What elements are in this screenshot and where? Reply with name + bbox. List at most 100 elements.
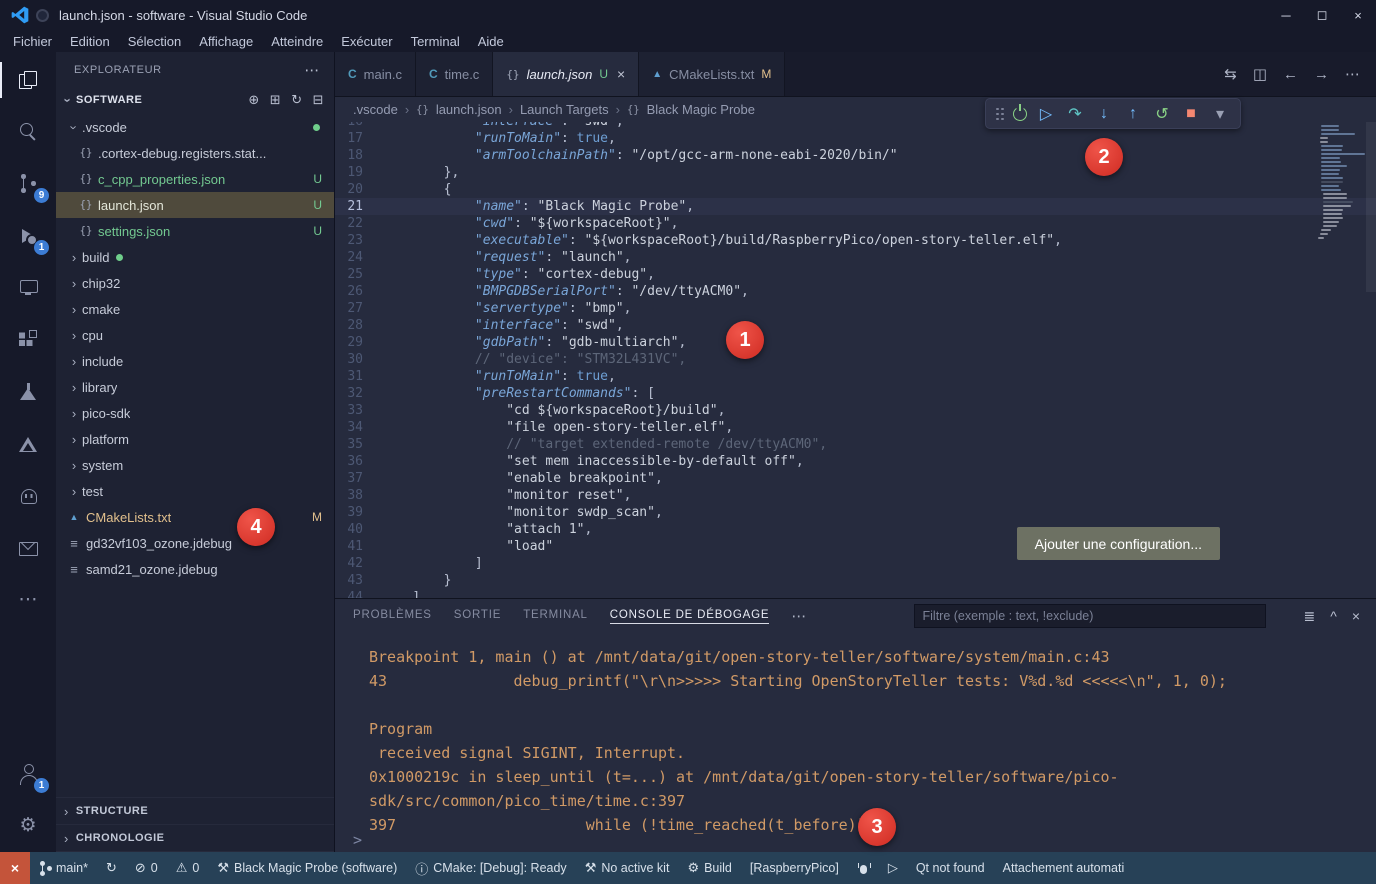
tree-item-chip32[interactable]: ›chip32: [56, 270, 334, 296]
line-number[interactable]: 36: [335, 453, 381, 470]
line-number[interactable]: 25: [335, 266, 381, 283]
more-actions-icon[interactable]: ⋯: [1345, 65, 1360, 83]
code-line-35[interactable]: 35 // "target extended-remote /dev/ttyAC…: [335, 436, 1376, 453]
tree-item-gd32vf103-ozone-jdebug[interactable]: ≡gd32vf103_ozone.jdebug: [56, 530, 334, 556]
code-line-21[interactable]: 21 "name": "Black Magic Probe",: [335, 198, 1376, 215]
close-panel-icon[interactable]: ×: [1352, 608, 1360, 625]
tab-launch-json[interactable]: {}launch.jsonU×: [493, 52, 639, 96]
step-over-icon[interactable]: ↷: [1065, 102, 1085, 126]
code-line-43[interactable]: 43 }: [335, 572, 1376, 589]
line-number[interactable]: 37: [335, 470, 381, 487]
power-icon[interactable]: [1013, 107, 1027, 121]
restart-icon[interactable]: ↺: [1152, 102, 1172, 126]
line-number[interactable]: 27: [335, 300, 381, 317]
line-number[interactable]: 23: [335, 232, 381, 249]
code-line-18[interactable]: 18 "armToolchainPath": "/opt/gcc-arm-non…: [335, 147, 1376, 164]
code-line-23[interactable]: 23 "executable": "${workspaceRoot}/build…: [335, 232, 1376, 249]
status-sync[interactable]: ↻: [97, 852, 126, 884]
line-number[interactable]: 29: [335, 334, 381, 351]
panel-tab-console-de-d-bogage[interactable]: CONSOLE DE DÉBOGAGE: [610, 609, 770, 624]
panel-tab-sortie[interactable]: SORTIE: [454, 609, 501, 624]
section-software[interactable]: › SOFTWARE ⊕⊞↻⊟: [56, 88, 334, 112]
remote-indicator[interactable]: ×: [0, 852, 30, 884]
code-line-20[interactable]: 20 {: [335, 181, 1376, 198]
panel-more-icon[interactable]: ⋯: [791, 607, 806, 625]
menu-atteindre[interactable]: Atteindre: [262, 30, 332, 52]
drag-handle-icon[interactable]: [996, 107, 1004, 121]
activity-source-control[interactable]: 9: [0, 158, 56, 210]
code-line-19[interactable]: 19 },: [335, 164, 1376, 181]
collapse-folders-icon[interactable]: ⊟: [313, 92, 324, 108]
stop-icon[interactable]: ■: [1181, 102, 1201, 126]
more-debug-actions-icon[interactable]: ▾: [1210, 102, 1230, 126]
tree-item-include[interactable]: ›include: [56, 348, 334, 374]
code-line-27[interactable]: 27 "servertype": "bmp",: [335, 300, 1376, 317]
tree-item-samd21-ozone-jdebug[interactable]: ≡samd21_ozone.jdebug: [56, 556, 334, 582]
section-chronologie[interactable]: ›CHRONOLOGIE: [56, 825, 334, 852]
tree-item-platform[interactable]: ›platform: [56, 426, 334, 452]
status-build-target[interactable]: [RaspberryPico]: [741, 852, 848, 884]
refresh-explorer-icon[interactable]: ↻: [291, 92, 302, 108]
breadcrumb-vscode[interactable]: .vscode: [353, 102, 398, 117]
activity-settings[interactable]: ⚙: [0, 800, 56, 852]
activity-run-and-debug[interactable]: 1: [0, 210, 56, 262]
navigate-back-icon[interactable]: ←: [1283, 66, 1298, 83]
tree-item-pico-sdk[interactable]: ›pico-sdk: [56, 400, 334, 426]
tree-item-system[interactable]: ›system: [56, 452, 334, 478]
activity-accounts[interactable]: 1: [0, 748, 56, 800]
continue-icon[interactable]: ▷: [1036, 102, 1056, 126]
status-debug-target[interactable]: [848, 852, 879, 884]
tree-item-test[interactable]: ›test: [56, 478, 334, 504]
code-line-33[interactable]: 33 "cd ${workspaceRoot}/build",: [335, 402, 1376, 419]
line-number[interactable]: 28: [335, 317, 381, 334]
activity-remote-explorer[interactable]: [0, 262, 56, 314]
line-number[interactable]: 22: [335, 215, 381, 232]
line-number[interactable]: 26: [335, 283, 381, 300]
code-line-32[interactable]: 32 "preRestartCommands": [: [335, 385, 1376, 402]
breadcrumb-black-magic-probe[interactable]: Black Magic Probe: [647, 102, 755, 117]
code-line-29[interactable]: 29 "gdbPath": "gdb-multiarch",: [335, 334, 1376, 351]
console-prompt[interactable]: >: [353, 831, 362, 849]
tab-time-c[interactable]: Ctime.c: [416, 52, 493, 96]
menu-terminal[interactable]: Terminal: [402, 30, 469, 52]
breadcrumb-launch-targets[interactable]: Launch Targets: [520, 102, 609, 117]
line-number[interactable]: 24: [335, 249, 381, 266]
line-number[interactable]: 38: [335, 487, 381, 504]
status-errors[interactable]: ⊘0: [126, 852, 167, 884]
tree-item-cpu[interactable]: ›cpu: [56, 322, 334, 348]
maximize-button[interactable]: ◻: [1304, 0, 1340, 30]
code-line-25[interactable]: 25 "type": "cortex-debug",: [335, 266, 1376, 283]
activity-extensions[interactable]: [0, 314, 56, 366]
status-launch-target[interactable]: ⚒Black Magic Probe (software): [208, 852, 406, 884]
menu-aide[interactable]: Aide: [469, 30, 513, 52]
activity-more-views[interactable]: ⋯: [0, 574, 56, 626]
open-changes-icon[interactable]: ⇆: [1224, 65, 1237, 83]
split-editor-icon[interactable]: ◫: [1253, 65, 1267, 83]
line-number[interactable]: 18: [335, 147, 381, 164]
line-number[interactable]: 30: [335, 351, 381, 368]
status-warnings[interactable]: ⚠0: [167, 852, 209, 884]
panel-tab-terminal[interactable]: TERMINAL: [523, 609, 588, 624]
activity-test-explorer[interactable]: [0, 418, 56, 470]
new-file-icon[interactable]: ⊕: [248, 92, 259, 108]
line-number[interactable]: 32: [335, 385, 381, 402]
code-editor[interactable]: 16 "interface": "swd",17 "runToMain": tr…: [335, 122, 1376, 598]
navigate-forward-icon[interactable]: →: [1314, 66, 1329, 83]
line-number[interactable]: 40: [335, 521, 381, 538]
line-number[interactable]: 20: [335, 181, 381, 198]
panel-tab-probl-mes[interactable]: PROBLÈMES: [353, 609, 432, 624]
maximize-panel-icon[interactable]: ^: [1330, 608, 1337, 625]
activity-search[interactable]: [0, 106, 56, 158]
line-number[interactable]: 21: [335, 198, 381, 215]
tree-item-cmakelists-txt[interactable]: ▲CMakeLists.txtM: [56, 504, 334, 530]
code-line-24[interactable]: 24 "request": "launch",: [335, 249, 1376, 266]
line-number[interactable]: 31: [335, 368, 381, 385]
menu-ex-cuter[interactable]: Exécuter: [332, 30, 401, 52]
code-line-31[interactable]: 31 "runToMain": true,: [335, 368, 1376, 385]
line-number[interactable]: 35: [335, 436, 381, 453]
code-line-17[interactable]: 17 "runToMain": true,: [335, 130, 1376, 147]
code-line-26[interactable]: 26 "BMPGDBSerialPort": "/dev/ttyACM0",: [335, 283, 1376, 300]
line-number[interactable]: 41: [335, 538, 381, 555]
close-button[interactable]: ×: [1340, 0, 1376, 30]
code-line-38[interactable]: 38 "monitor reset",: [335, 487, 1376, 504]
